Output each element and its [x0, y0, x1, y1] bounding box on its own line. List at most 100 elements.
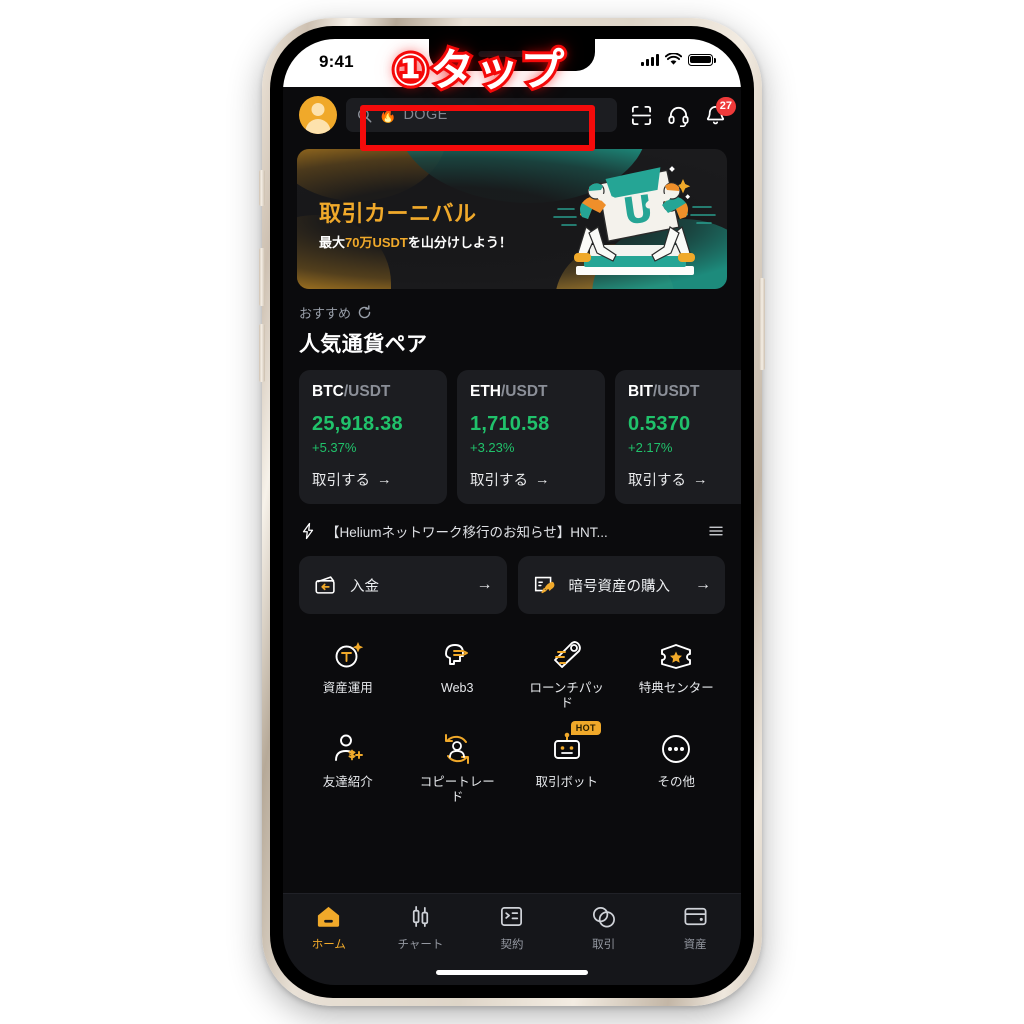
- scan-icon[interactable]: [630, 104, 653, 127]
- earn-coin-icon: [331, 638, 365, 672]
- pair-change: +3.23%: [470, 440, 515, 455]
- search-icon: [357, 108, 372, 122]
- hot-badge: HOT: [570, 720, 601, 735]
- pair-symbol: BTC/USDT: [312, 383, 434, 401]
- grid-label: ローンチパッド: [529, 681, 604, 711]
- banner-text: 取引カーニバル 最大70万USDTを山分けしよう！: [319, 196, 512, 251]
- page-title: 人気通貨ペア: [299, 333, 428, 356]
- trade-label: 取引する: [628, 473, 686, 489]
- battery-icon: [688, 53, 716, 66]
- trading-bot-icon: [550, 732, 584, 766]
- arrow-right-icon: →: [377, 471, 392, 488]
- screenshot-stage: 9:41 🔥 DOGE 27 取引カーニバル 最大70万USDTを山分けしよう！…: [0, 0, 1024, 1024]
- pair-card[interactable]: ETH/USDT 1,710.58 +3.23% 取引する →: [457, 370, 605, 504]
- volume-down-button[interactable]: [259, 324, 265, 382]
- deposit-button[interactable]: 入金 →: [299, 556, 507, 614]
- grid-item-earn[interactable]: 資産運用: [293, 630, 403, 722]
- wallet-carry-illustration: U: [552, 157, 717, 286]
- pair-base: ETH: [470, 383, 501, 400]
- tab-assets[interactable]: 資産: [649, 903, 741, 952]
- grid-item-tradingbot[interactable]: HOT 取引ボット: [512, 720, 622, 816]
- signal-bars-icon: [641, 53, 659, 66]
- list-icon[interactable]: [707, 522, 725, 540]
- power-button[interactable]: [759, 278, 765, 370]
- wallet-deposit-icon: [315, 576, 335, 594]
- buy-crypto-button[interactable]: 暗号資産の購入 →: [517, 556, 725, 614]
- trade-label: 取引する: [312, 473, 370, 489]
- grid-item-web3[interactable]: Web3: [403, 630, 513, 722]
- arrow-right-icon: →: [693, 471, 708, 488]
- home-icon: [318, 906, 340, 927]
- status-bar-time: 9:41: [319, 52, 354, 71]
- arrow-right-icon: →: [476, 576, 493, 593]
- pair-card-list[interactable]: BTC/USDT 25,918.38 +5.37% 取引する → ETH/USDT…: [283, 358, 741, 504]
- grid-label: 資産運用: [322, 681, 373, 695]
- trade-button[interactable]: 取引する →: [312, 469, 434, 490]
- lightning-icon: [302, 522, 314, 540]
- pair-card[interactable]: BTC/USDT 25,918.38 +5.37% 取引する →: [299, 370, 447, 504]
- pair-price: 1,710.58: [470, 413, 550, 435]
- app-content: 🔥 DOGE 27 取引カーニバル 最大70万USDTを山分けしよう！ U おす…: [283, 87, 741, 985]
- promo-banner[interactable]: 取引カーニバル 最大70万USDTを山分けしよう！ U: [297, 149, 727, 289]
- tab-trade[interactable]: 取引: [558, 903, 650, 952]
- pair-base: BIT: [628, 383, 653, 400]
- search-input[interactable]: 🔥 DOGE: [346, 98, 617, 132]
- pair-quote: /USDT: [343, 383, 391, 400]
- tab-home[interactable]: ホーム: [283, 903, 375, 952]
- status-bar-indicators: [641, 53, 716, 66]
- svg-text:U: U: [620, 187, 656, 234]
- news-ticker[interactable]: 【Heliumネットワーク移行のお知らせ】HNT...: [299, 518, 725, 544]
- pair-symbol: ETH/USDT: [470, 383, 592, 401]
- pair-change: +2.17%: [628, 440, 673, 455]
- banner-sub-suffix: を山分けしよう！: [407, 235, 512, 250]
- header-icons: 27: [630, 96, 736, 127]
- notification-badge: 27: [715, 96, 736, 116]
- grid-label: コピートレード: [419, 774, 495, 804]
- banner-sub-prefix: 最大: [319, 235, 346, 250]
- banner-subtitle: 最大70万USDTを山分けしよう！: [319, 232, 512, 251]
- grid-item-copytrade[interactable]: コピートレード: [403, 724, 513, 816]
- grid-item-more[interactable]: その他: [622, 724, 732, 816]
- tab-contract[interactable]: 契約: [466, 903, 558, 952]
- grid-label: その他: [657, 774, 695, 789]
- tab-label: ホーム: [311, 939, 346, 951]
- pair-quote: /USDT: [652, 383, 700, 400]
- grid-item-referral[interactable]: 友達紹介: [293, 724, 403, 816]
- pair-quote: /USDT: [501, 383, 548, 400]
- referral-person-icon: [331, 732, 365, 766]
- pair-price: 0.5370: [628, 413, 691, 435]
- bell-icon[interactable]: 27: [704, 96, 736, 127]
- trade-button[interactable]: 取引する →: [628, 469, 741, 490]
- buy-crypto-label: 暗号資産の購入: [568, 578, 671, 595]
- volume-up-button[interactable]: [259, 248, 265, 306]
- pair-change: +5.37%: [312, 440, 357, 455]
- trending-fire-icon: 🔥: [379, 107, 397, 123]
- tab-label: チャート: [397, 939, 444, 951]
- tab-chart[interactable]: チャート: [375, 903, 467, 952]
- deposit-label: 入金: [350, 578, 379, 595]
- trade-button[interactable]: 取引する →: [470, 469, 592, 490]
- grid-item-rewards[interactable]: 特典センター: [622, 630, 732, 722]
- pair-card[interactable]: BIT/USDT 0.5370 +2.17% 取引する →: [615, 370, 741, 504]
- headset-icon[interactable]: [667, 104, 690, 127]
- home-indicator[interactable]: [436, 970, 588, 975]
- grid-label: 友達紹介: [322, 774, 373, 789]
- buy-crypto-rocket-icon: [534, 576, 554, 594]
- banner-title: 取引カーニバル: [319, 201, 477, 226]
- grid-label: 取引ボット: [535, 774, 598, 789]
- refresh-icon[interactable]: [357, 305, 372, 320]
- recommend-label: おすすめ: [299, 306, 352, 321]
- avatar[interactable]: [299, 96, 337, 134]
- trade-label: 取引する: [470, 473, 528, 489]
- annotation-step-label: ①タップ: [389, 42, 567, 99]
- grid-item-launchpad[interactable]: ローンチパッド: [512, 630, 622, 722]
- rewards-ticket-icon: [659, 638, 693, 672]
- wifi-icon: [665, 53, 682, 65]
- silent-switch[interactable]: [259, 170, 265, 206]
- trade-icon: [593, 906, 616, 928]
- phone-screen: 9:41 🔥 DOGE 27 取引カーニバル 最大70万USDTを山分けしよう！…: [283, 39, 741, 985]
- tab-label: 契約: [500, 939, 524, 951]
- recommend-row[interactable]: おすすめ: [299, 303, 725, 322]
- feature-grid: 資産運用 Web3 ローンチパッド 特典センター 友達紹介 コピートレード HO…: [283, 614, 741, 815]
- quick-actions: 入金 → 暗号資産の購入 →: [283, 544, 741, 614]
